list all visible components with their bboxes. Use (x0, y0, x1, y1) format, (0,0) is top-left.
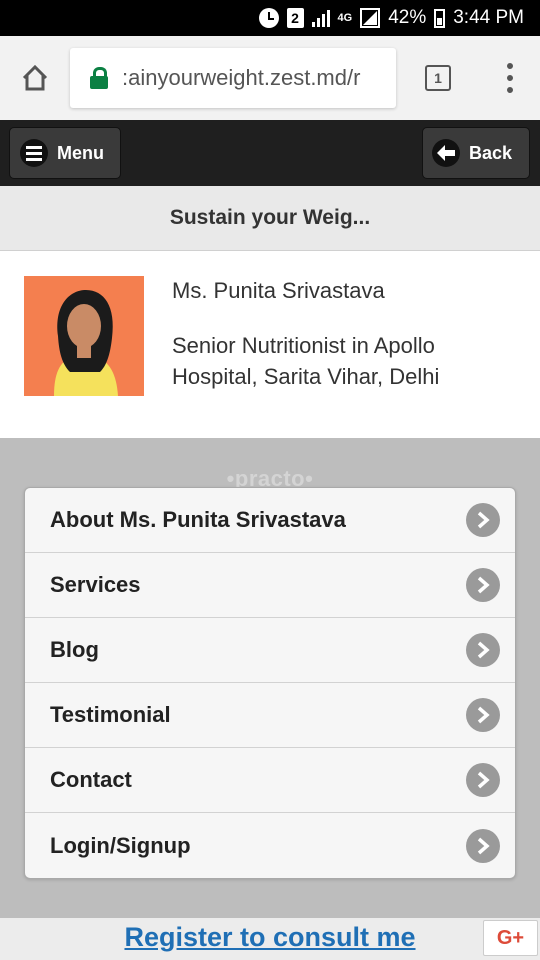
profile-description: Senior Nutritionist in Apollo Hospital, … (172, 333, 440, 389)
profile-name: Ms. Punita Srivastava (172, 278, 385, 303)
nav-item-label: About Ms. Punita Srivastava (50, 507, 346, 532)
address-bar[interactable]: :ainyourweight.zest.md/r (70, 48, 396, 108)
chevron-right-icon (466, 503, 500, 537)
battery-percent: 42% (388, 7, 427, 28)
url-text: :ainyourweight.zest.md/r (122, 65, 361, 90)
footer-bar: Register to consult me G+ (0, 918, 540, 960)
google-plus-button[interactable]: G+ (483, 920, 538, 956)
nav-item-label: Blog (50, 637, 99, 662)
home-icon (22, 64, 48, 91)
profile-card: Ms. Punita Srivastava Senior Nutritionis… (0, 251, 540, 438)
tab-count: 1 (425, 65, 451, 91)
menu-button-label: Menu (57, 142, 104, 163)
menu-button[interactable]: Menu (9, 127, 121, 179)
clock-time: 3:44 PM (453, 7, 524, 28)
sim-slot-icon: 2 (286, 8, 304, 28)
nav-item-login-signup[interactable]: Login/Signup (25, 813, 515, 878)
nav-item-label: Services (50, 572, 141, 597)
chevron-right-icon (466, 698, 500, 732)
nav-item-services[interactable]: Services (25, 553, 515, 618)
lock-icon (90, 67, 108, 89)
nav-item-about[interactable]: About Ms. Punita Srivastava (25, 488, 515, 553)
home-button[interactable] (0, 36, 70, 120)
more-vert-icon (507, 63, 513, 93)
status-bar: 2 4G 42% 3:44 PM (0, 0, 540, 36)
chevron-right-icon (466, 568, 500, 602)
arrow-left-icon (432, 139, 460, 167)
nav-item-testimonial[interactable]: Testimonial (25, 683, 515, 748)
chevron-right-icon (466, 633, 500, 667)
app-header: Menu Back (0, 120, 540, 186)
overflow-menu-button[interactable] (480, 36, 540, 120)
google-plus-icon: G+ (496, 926, 525, 949)
back-button[interactable]: Back (422, 127, 530, 179)
page-title: Sustain your Weig... (0, 186, 540, 251)
tab-switcher-button[interactable]: 1 (396, 36, 480, 120)
chevron-right-icon (466, 828, 500, 863)
cell-signal-icon (360, 8, 381, 28)
nav-item-label: Contact (50, 767, 132, 792)
hamburger-icon (20, 139, 48, 167)
nav-item-label: Login/Signup (50, 832, 191, 858)
battery-icon (434, 8, 446, 28)
nav-item-blog[interactable]: Blog (25, 618, 515, 683)
signal-strength-icon (311, 9, 330, 27)
back-button-label: Back (469, 142, 513, 163)
alarm-icon (258, 8, 279, 28)
register-link[interactable]: Register to consult me (0, 922, 540, 953)
nav-list: About Ms. Punita Srivastava Services Blo… (24, 487, 516, 879)
chevron-right-icon (466, 763, 500, 797)
browser-toolbar: :ainyourweight.zest.md/r 1 (0, 36, 540, 120)
content-area: •practo• About Ms. Punita Srivastava Ser… (0, 438, 540, 918)
avatar (24, 276, 144, 396)
nav-item-contact[interactable]: Contact (25, 748, 515, 813)
nav-item-label: Testimonial (50, 702, 171, 727)
network-type-label: 4G (337, 12, 353, 24)
